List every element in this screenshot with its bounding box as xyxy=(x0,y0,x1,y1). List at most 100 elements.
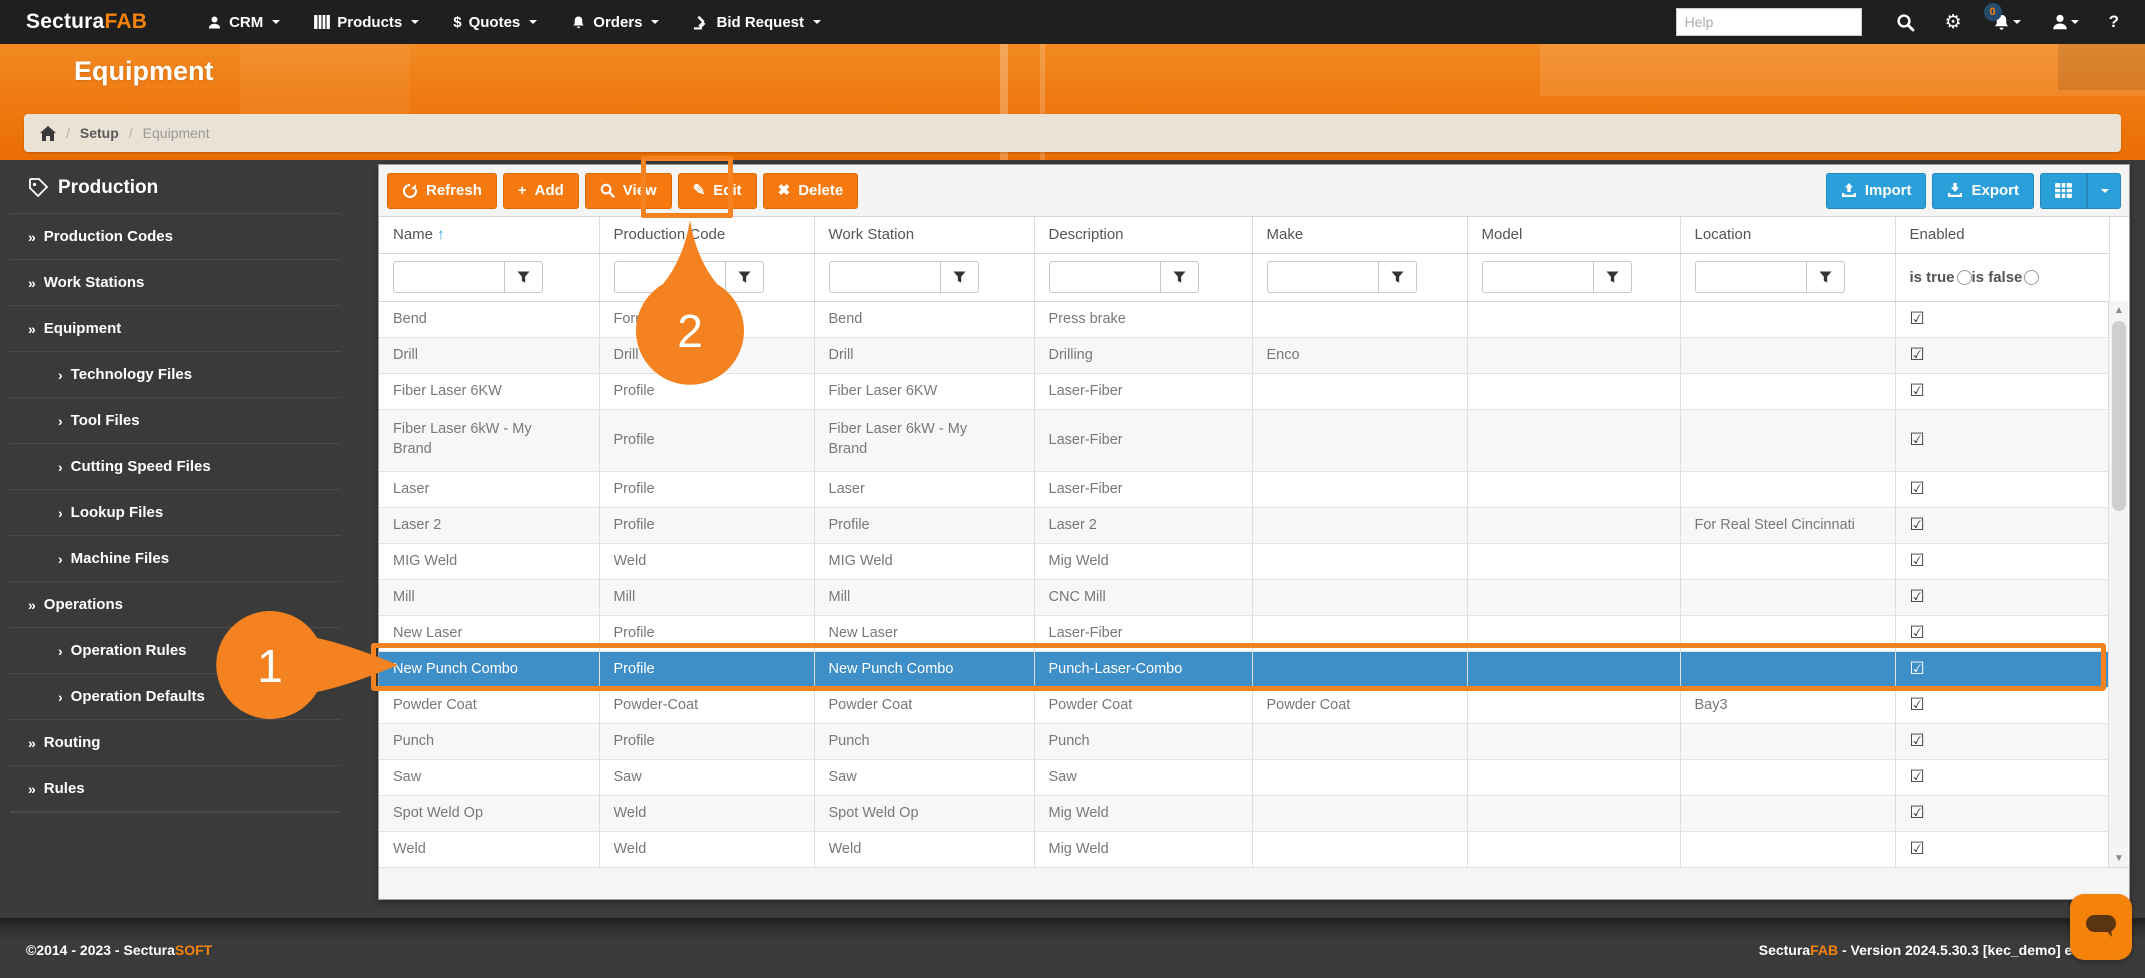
cell-make xyxy=(1252,507,1468,544)
user-menu-icon[interactable] xyxy=(2051,13,2079,31)
column-header-description[interactable]: Description xyxy=(1034,217,1253,254)
column-chooser-button[interactable] xyxy=(2040,172,2087,209)
add-button[interactable]: + Add xyxy=(502,172,579,209)
products-icon xyxy=(314,15,331,29)
enabled-false-label: is false xyxy=(1971,268,2023,286)
chat-widget-button[interactable] xyxy=(2070,894,2132,960)
pencil-icon: ✎ xyxy=(692,182,706,199)
grid-menu-caret-button[interactable] xyxy=(2087,172,2121,209)
nav-item-bid-request[interactable]: Bid Request xyxy=(693,14,821,31)
cell-text: Punch xyxy=(1048,733,1090,749)
table-row-spot-weld-op[interactable]: Spot Weld Op Weld Spot Weld Op Mig Weld ☑ xyxy=(379,795,2110,832)
help-input[interactable] xyxy=(1675,8,1862,36)
export-button[interactable]: Export xyxy=(1932,172,2034,209)
sidebar-item-routing[interactable]: » Routing xyxy=(10,720,340,766)
cell-work-station: Fiber Laser 6KW xyxy=(814,373,1035,410)
table-row-weld[interactable]: Weld Weld Weld Mig Weld ☑ xyxy=(379,831,2110,868)
sidebar-item-production-codes[interactable]: » Production Codes xyxy=(10,214,340,260)
filter-funnel-button-work-station[interactable] xyxy=(940,261,979,293)
bell-icon xyxy=(571,15,586,30)
sidebar-item-equipment[interactable]: » Equipment xyxy=(10,306,340,352)
table-row-fiber-laser-6kw---my-brand[interactable]: Fiber Laser 6kW - My Brand Profile Fiber L… xyxy=(379,409,2110,472)
banner-texture xyxy=(2058,44,2145,90)
scrollbar-thumb[interactable] xyxy=(2112,321,2126,511)
sidebar-item-lookup-files[interactable]: › Lookup Files xyxy=(10,490,340,536)
equipment-table: Name ↑ Production Code Work Station Descrip… xyxy=(379,217,2110,868)
import-button[interactable]: Import xyxy=(1825,172,1927,209)
refresh-button[interactable]: Refresh xyxy=(387,172,497,209)
home-icon[interactable] xyxy=(40,125,56,141)
table-row-laser-2[interactable]: Laser 2 Profile Profile Laser 2 For Real Ste… xyxy=(379,507,2110,544)
sidebar-item-work-stations[interactable]: » Work Stations xyxy=(10,260,340,306)
nav-item-orders[interactable]: Orders xyxy=(571,14,660,31)
funnel-icon xyxy=(1172,270,1186,283)
sidebar-item-technology-files[interactable]: › Technology Files xyxy=(10,352,340,398)
column-header-name[interactable]: Name ↑ xyxy=(379,217,600,254)
vertical-scrollbar[interactable]: ▲ ▼ xyxy=(2108,301,2128,867)
gear-icon[interactable]: ⚙ xyxy=(1945,13,1962,32)
filter-funnel-button-location[interactable] xyxy=(1806,261,1845,293)
cell-production-code: Profile xyxy=(599,373,815,410)
sidebar-item-cutting-speed-files[interactable]: › Cutting Speed Files xyxy=(10,444,340,490)
filter-funnel-button-make[interactable] xyxy=(1378,261,1417,293)
delete-button[interactable]: ✖ Delete xyxy=(762,172,859,209)
enabled-true-radio[interactable] xyxy=(1956,269,1972,285)
view-button[interactable]: View xyxy=(584,172,672,209)
table-row-powder-coat[interactable]: Powder Coat Powder-Coat Powder Coat Powder … xyxy=(379,687,2110,724)
filter-input-model[interactable] xyxy=(1481,261,1594,293)
table-row-mig-weld[interactable]: MIG Weld Weld MIG Weld Mig Weld ☑ xyxy=(379,543,2110,580)
app-logo[interactable]: SecturaFAB xyxy=(26,10,147,34)
sidebar-items: » Production Codes » Work Stations » Equipmen… xyxy=(10,214,340,812)
filter-input-production-code[interactable] xyxy=(613,261,726,293)
breadcrumb-setup[interactable]: Setup xyxy=(80,125,119,141)
filter-input-work-station[interactable] xyxy=(828,261,941,293)
sidebar-item-operation-rules[interactable]: › Operation Rules xyxy=(10,628,340,674)
table-row-saw[interactable]: Saw Saw Saw Saw ☑ xyxy=(379,759,2110,796)
scroll-up-arrow[interactable]: ▲ xyxy=(2109,301,2129,319)
sidebar-item-label: Operation Rules xyxy=(70,642,187,659)
sidebar-item-operations[interactable]: » Operations xyxy=(10,582,340,628)
filter-funnel-button-model[interactable] xyxy=(1593,261,1632,293)
table-row-new-punch-combo[interactable]: New Punch Combo Profile New Punch Combo Pun… xyxy=(379,651,2110,688)
cell-text: New Punch Combo xyxy=(828,661,954,677)
table-row-laser[interactable]: Laser Profile Laser Laser-Fiber ☑ xyxy=(379,471,2110,508)
sidebar-item-rules[interactable]: » Rules xyxy=(10,766,340,812)
main-region: Production » Production Codes » Work Statio… xyxy=(0,160,2145,918)
filter-input-description[interactable] xyxy=(1048,261,1161,293)
cell-text: Fiber Laser 6kW - My Brand xyxy=(393,421,532,457)
filter-funnel-button-name[interactable] xyxy=(505,261,543,293)
notifications-bell-icon[interactable]: 0 xyxy=(1983,2,2021,32)
sidebar-item-tool-files[interactable]: › Tool Files xyxy=(10,398,340,444)
sidebar-item-machine-files[interactable]: › Machine Files xyxy=(10,536,340,582)
scroll-down-arrow[interactable]: ▼ xyxy=(2109,849,2129,867)
help-question-icon[interactable]: ? xyxy=(2109,12,2119,32)
column-header-model[interactable]: Model xyxy=(1467,217,1681,254)
filter-input-name[interactable] xyxy=(393,261,505,293)
table-row-punch[interactable]: Punch Profile Punch Punch ☑ xyxy=(379,723,2110,760)
column-header-location[interactable]: Location xyxy=(1680,217,1896,254)
column-header-production-code[interactable]: Production Code xyxy=(599,217,815,254)
nav-item-crm[interactable]: CRM xyxy=(207,14,281,31)
column-header-enabled[interactable]: Enabled xyxy=(1895,217,2110,254)
filter-funnel-button-production-code[interactable] xyxy=(725,261,764,293)
table-row-drill[interactable]: Drill Drill Drill Drilling Enco ☑ xyxy=(379,337,2110,374)
table-row-fiber-laser-6kw[interactable]: Fiber Laser 6KW Profile Fiber Laser 6KW Las… xyxy=(379,373,2110,410)
cell-text: Laser xyxy=(393,481,430,497)
cell-production-code: Saw xyxy=(599,759,815,796)
table-row-new-laser[interactable]: New Laser Profile New Laser Laser-Fiber ☑ xyxy=(379,615,2110,652)
column-header-make[interactable]: Make xyxy=(1252,217,1468,254)
sidebar-item-operation-defaults[interactable]: › Operation Defaults xyxy=(10,674,340,720)
table-row-mill[interactable]: Mill Mill Mill CNC Mill ☑ xyxy=(379,579,2110,616)
nav-item-quotes[interactable]: $ Quotes xyxy=(453,14,538,31)
filter-funnel-button-description[interactable] xyxy=(1160,261,1199,293)
enabled-false-radio[interactable] xyxy=(2024,269,2040,285)
filter-input-make[interactable] xyxy=(1266,261,1379,293)
filter-input-location[interactable] xyxy=(1694,261,1807,293)
edit-button[interactable]: ✎ Edit xyxy=(677,172,757,209)
column-header-work-station[interactable]: Work Station xyxy=(814,217,1035,254)
checked-checkbox-icon: ☑ xyxy=(1909,803,1925,823)
table-row-bend[interactable]: Bend Form Bend Press brake ☑ xyxy=(379,301,2110,338)
search-icon[interactable] xyxy=(1896,13,1915,32)
nav-item-products[interactable]: Products xyxy=(314,14,420,31)
sidebar-item-label: Tool Files xyxy=(70,412,140,429)
